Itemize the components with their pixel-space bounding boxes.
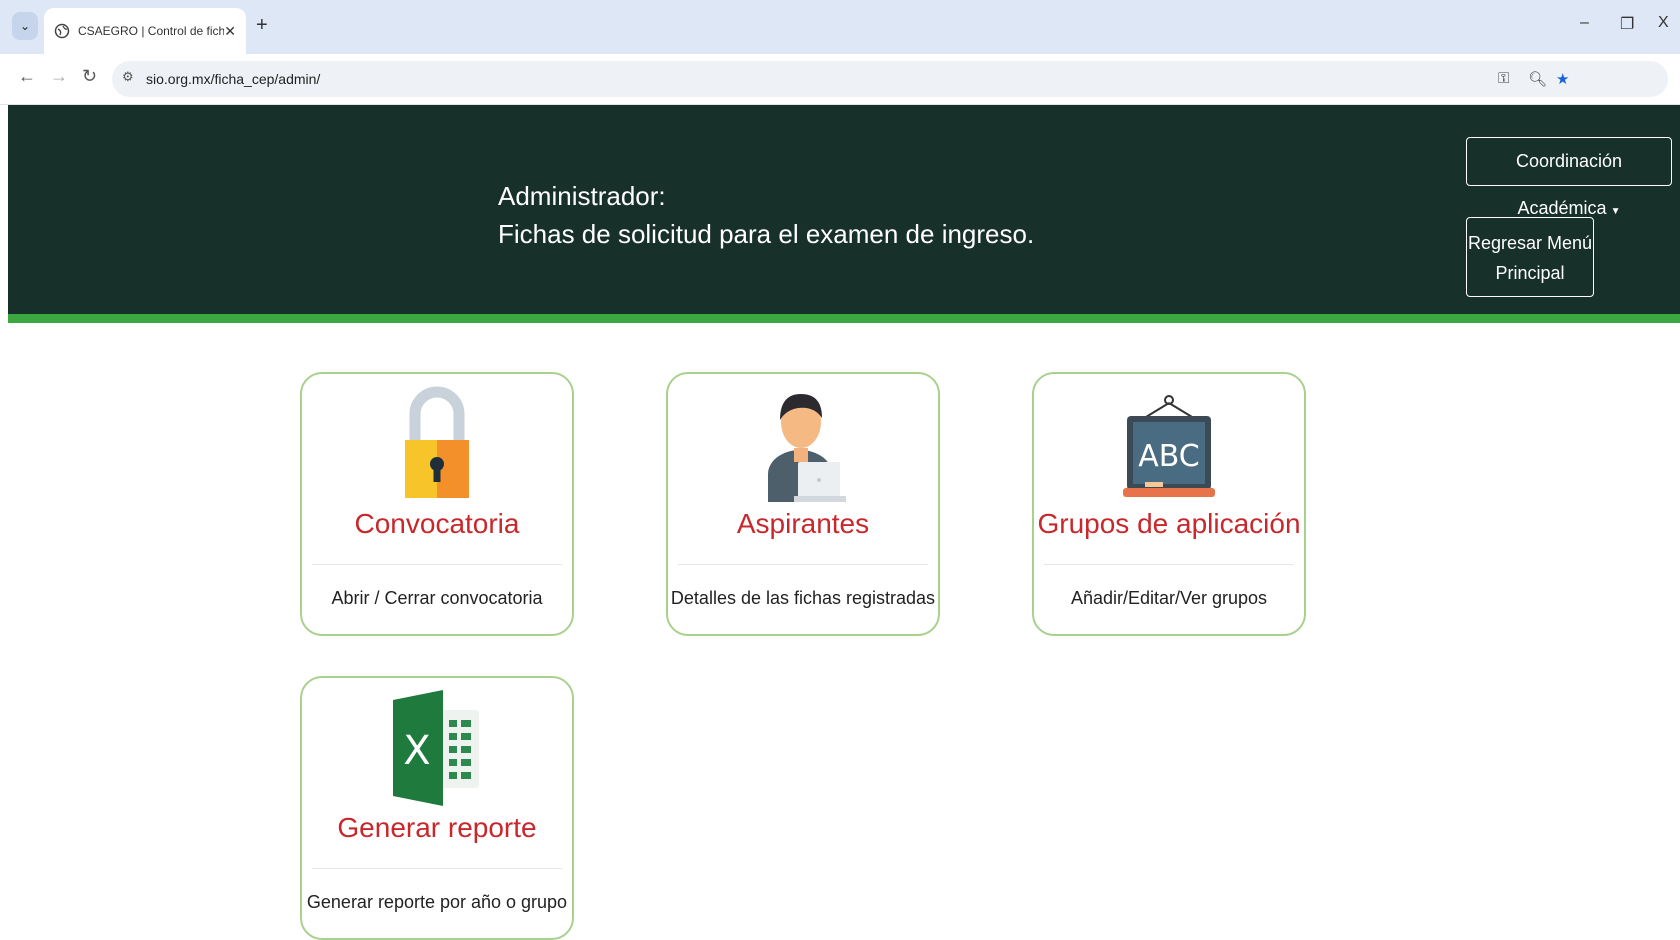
excel-icon: X bbox=[302, 688, 572, 808]
caret-down-icon: ▼ bbox=[1610, 206, 1621, 217]
tab-close-icon[interactable]: ✕ bbox=[224, 23, 236, 40]
zoom-icon[interactable]: 🔍︎ bbox=[1528, 70, 1547, 88]
restore-button[interactable]: ❐ bbox=[1620, 14, 1634, 34]
card-title: Grupos de aplicación bbox=[1037, 508, 1301, 539]
excel-letter: X bbox=[403, 728, 430, 774]
url-text[interactable]: sio.org.mx/ficha_cep/admin/ bbox=[146, 71, 320, 87]
board-text: ABC bbox=[1138, 439, 1200, 474]
browser-toolbar: ← → ↻ ⚙ sio.org.mx/ficha_cep/admin/ ⚿ 🔍︎… bbox=[0, 54, 1680, 105]
person-laptop-icon bbox=[668, 384, 938, 504]
coordinacion-dropdown-button[interactable]: Coordinación Académica ▼ bbox=[1466, 137, 1672, 218]
card-description: Abrir / Cerrar convocatoria bbox=[331, 588, 543, 608]
card-divider bbox=[1044, 564, 1294, 565]
close-window-button[interactable]: X bbox=[1658, 14, 1669, 32]
browser-tab-bar: ⌄ CSAEGRO | Control de fichas CE ✕ + – ❐… bbox=[0, 0, 1680, 54]
reload-icon[interactable]: ↻ bbox=[82, 66, 97, 87]
card-convocatoria[interactable]: Convocatoria Abrir / Cerrar convocatoria bbox=[300, 372, 574, 636]
card-grupos[interactable]: ABC Grupos de aplicación Añadir/Editar/V… bbox=[1032, 372, 1306, 636]
address-bar[interactable]: ⚙ sio.org.mx/ficha_cep/admin/ ⚿ 🔍︎ ★ bbox=[112, 61, 1668, 97]
key-icon[interactable]: ⚿ bbox=[1498, 70, 1509, 87]
minimize-button[interactable]: – bbox=[1580, 14, 1589, 32]
back-to-menu-button[interactable]: Regresar Menú Principal bbox=[1466, 217, 1594, 297]
card-description: Añadir/Editar/Ver grupos bbox=[1070, 588, 1268, 608]
new-tab-button[interactable]: + bbox=[256, 14, 268, 37]
page-title-line1: Administrador: bbox=[498, 181, 666, 211]
page-header: Administrador: Fichas de solicitud para … bbox=[8, 105, 1680, 323]
browser-tab[interactable]: CSAEGRO | Control de fichas CE ✕ bbox=[44, 8, 246, 54]
back-button-line1: Regresar Menú bbox=[1467, 233, 1593, 253]
card-divider bbox=[678, 564, 928, 565]
page-title: Administrador: Fichas de solicitud para … bbox=[498, 177, 1034, 253]
card-title: Aspirantes bbox=[736, 508, 870, 539]
card-description: Generar reporte por año o grupo bbox=[306, 892, 568, 912]
site-info-icon[interactable]: ⚙ bbox=[122, 69, 134, 85]
forward-arrow-icon[interactable]: → bbox=[50, 66, 68, 87]
tab-search-button[interactable]: ⌄ bbox=[12, 12, 38, 40]
card-divider bbox=[312, 868, 562, 869]
back-arrow-icon[interactable]: ← bbox=[18, 66, 36, 87]
back-button-line2: Principal bbox=[1495, 263, 1565, 283]
card-aspirantes[interactable]: Aspirantes Detalles de las fichas regist… bbox=[666, 372, 940, 636]
page-title-line2: Fichas de solicitud para el examen de in… bbox=[498, 219, 1035, 249]
card-title: Convocatoria bbox=[354, 508, 520, 539]
card-description: Detalles de las fichas registradas bbox=[670, 588, 936, 608]
padlock-icon bbox=[302, 384, 572, 504]
card-reporte[interactable]: X Generar reporte Generar reporte por añ… bbox=[300, 676, 574, 940]
tab-title: CSAEGRO | Control de fichas CE bbox=[78, 24, 225, 38]
card-title: Generar reporte bbox=[337, 812, 537, 843]
bookmark-star-icon[interactable]: ★ bbox=[1556, 70, 1569, 88]
globe-icon bbox=[54, 23, 70, 39]
chalkboard-abc-icon: ABC bbox=[1034, 384, 1304, 504]
coordinacion-label: Coordinación Académica bbox=[1515, 151, 1623, 218]
card-divider bbox=[312, 564, 562, 565]
